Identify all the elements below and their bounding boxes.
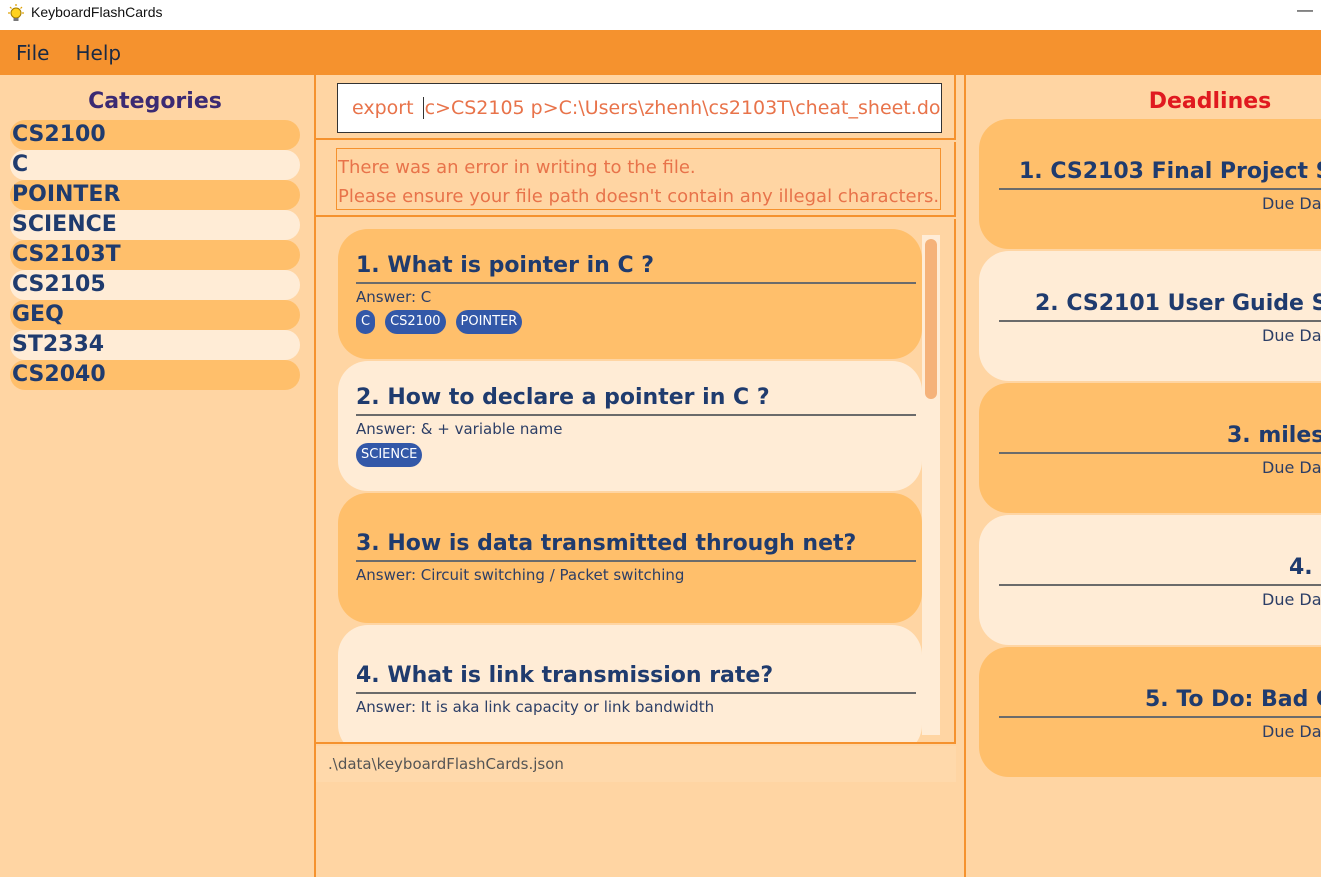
deadlines-panel: Deadlines 1. CS2103 Final Project Su Due… (966, 75, 1321, 877)
flashcard-divider (356, 282, 916, 284)
menu-file[interactable]: File (16, 41, 49, 65)
category-item[interactable]: GEQ (10, 300, 300, 330)
deadline-due-date: Due Da (1262, 326, 1321, 345)
flashcard-tags: C CS2100 POINTER (356, 310, 523, 334)
deadline-card[interactable]: 5. To Do: Bad C Due Da (979, 647, 1321, 777)
deadline-divider (999, 188, 1321, 190)
flashcard[interactable]: 4. What is link transmission rate? Answe… (338, 625, 922, 742)
menu-help[interactable]: Help (75, 41, 121, 65)
minimize-button[interactable]: — (1297, 2, 1313, 22)
command-text-after-caret: c>CS2105 p>C:\Users\zhenh\cs2103T\cheat_… (424, 96, 941, 119)
flashcard-answer: Answer: It is aka link capacity or link … (356, 698, 715, 716)
flashcard-question: 4. What is link transmission rate? (356, 663, 774, 688)
deadline-due-date: Due Da (1262, 458, 1321, 477)
window-title: KeyboardFlashCards (31, 4, 163, 20)
tag-badge[interactable]: CS2100 (385, 310, 446, 334)
flashcard-question: 3. How is data transmitted through net? (356, 531, 857, 556)
deadline-due-date: Due Da (1262, 722, 1321, 741)
tag-badge[interactable]: C (356, 310, 376, 334)
title-bar: KeyboardFlashCards — (0, 0, 1321, 30)
flashcard[interactable]: 1. What is pointer in C ? Answer: C C CS… (338, 229, 922, 359)
flashcard-scrollbar[interactable] (922, 235, 940, 735)
category-item[interactable]: CS2105 (10, 270, 300, 300)
result-area: There was an error in writing to the fil… (316, 142, 956, 217)
categories-panel: Categories CS2100 C POINTER SCIENCE CS21… (0, 75, 314, 877)
deadline-card[interactable]: 2. CS2101 User Guide Su Due Da (979, 251, 1321, 381)
command-text-before-caret: export (352, 96, 420, 119)
flashcard[interactable]: 2. How to declare a pointer in C ? Answe… (338, 361, 922, 491)
flashcard-answer: Answer: & + variable name (356, 420, 563, 438)
deadline-heading: 3. miles (1227, 423, 1321, 448)
menu-bar: File Help (0, 30, 1321, 75)
categories-list: CS2100 C POINTER SCIENCE CS2103T CS2105 … (10, 120, 300, 390)
category-item[interactable]: CS2103T (10, 240, 300, 270)
deadline-heading: 1. CS2103 Final Project Su (1019, 159, 1321, 184)
flashcard-list[interactable]: 1. What is pointer in C ? Answer: C C CS… (316, 219, 956, 744)
deadline-due-date: Due Da (1262, 194, 1321, 213)
main-panel: export c>CS2105 p>C:\Users\zhenh\cs2103T… (316, 75, 964, 877)
flashcard-question: 2. How to declare a pointer in C ? (356, 385, 770, 410)
command-input[interactable]: export c>CS2105 p>C:\Users\zhenh\cs2103T… (337, 83, 942, 133)
flashcard-answer: Answer: Circuit switching / Packet switc… (356, 566, 685, 584)
category-item[interactable]: CS2100 (10, 120, 300, 150)
category-item[interactable]: C (10, 150, 300, 180)
deadline-divider (999, 452, 1321, 454)
deadline-divider (999, 584, 1321, 586)
flashcard-tags: SCIENCE (356, 443, 423, 467)
lightbulb-icon (8, 4, 24, 21)
command-text: export c>CS2105 p>C:\Users\zhenh\cs2103T… (352, 97, 941, 120)
status-bar: .\data\keyboardFlashCards.json (316, 746, 956, 782)
flashcard-question: 1. What is pointer in C ? (356, 253, 655, 278)
flashcard-divider (356, 414, 916, 416)
flashcard[interactable]: 3. How is data transmitted through net? … (338, 493, 922, 623)
tag-badge[interactable]: POINTER (455, 310, 523, 334)
flashcard-answer: Answer: C (356, 288, 432, 306)
category-item[interactable]: CS2040 (10, 360, 300, 390)
deadline-heading: 4. N (1289, 555, 1321, 580)
text-caret (422, 97, 424, 120)
category-item[interactable]: POINTER (10, 180, 300, 210)
deadline-card[interactable]: 4. N Due Da (979, 515, 1321, 645)
deadline-card[interactable]: 1. CS2103 Final Project Su Due Da (979, 119, 1321, 249)
flashcard-divider (356, 692, 916, 694)
deadline-card[interactable]: 3. miles Due Da (979, 383, 1321, 513)
deadline-heading: 2. CS2101 User Guide Su (1035, 291, 1321, 316)
category-item[interactable]: ST2334 (10, 330, 300, 360)
result-display: There was an error in writing to the fil… (336, 148, 941, 210)
tag-badge[interactable]: SCIENCE (356, 443, 423, 467)
result-line: There was an error in writing to the fil… (338, 157, 696, 178)
command-area: export c>CS2105 p>C:\Users\zhenh\cs2103T… (316, 75, 956, 140)
deadline-due-date: Due Da (1262, 590, 1321, 609)
scrollbar-thumb[interactable] (925, 239, 937, 399)
deadline-heading: 5. To Do: Bad C (1145, 687, 1321, 712)
deadline-divider (999, 320, 1321, 322)
flashcard-divider (356, 560, 916, 562)
deadlines-title: Deadlines (1148, 89, 1272, 114)
deadline-divider (999, 716, 1321, 718)
category-item[interactable]: SCIENCE (10, 210, 300, 240)
result-line: Please ensure your file path doesn't con… (338, 186, 940, 207)
storage-file-path: .\data\keyboardFlashCards.json (328, 755, 564, 773)
categories-title: Categories (88, 89, 222, 114)
